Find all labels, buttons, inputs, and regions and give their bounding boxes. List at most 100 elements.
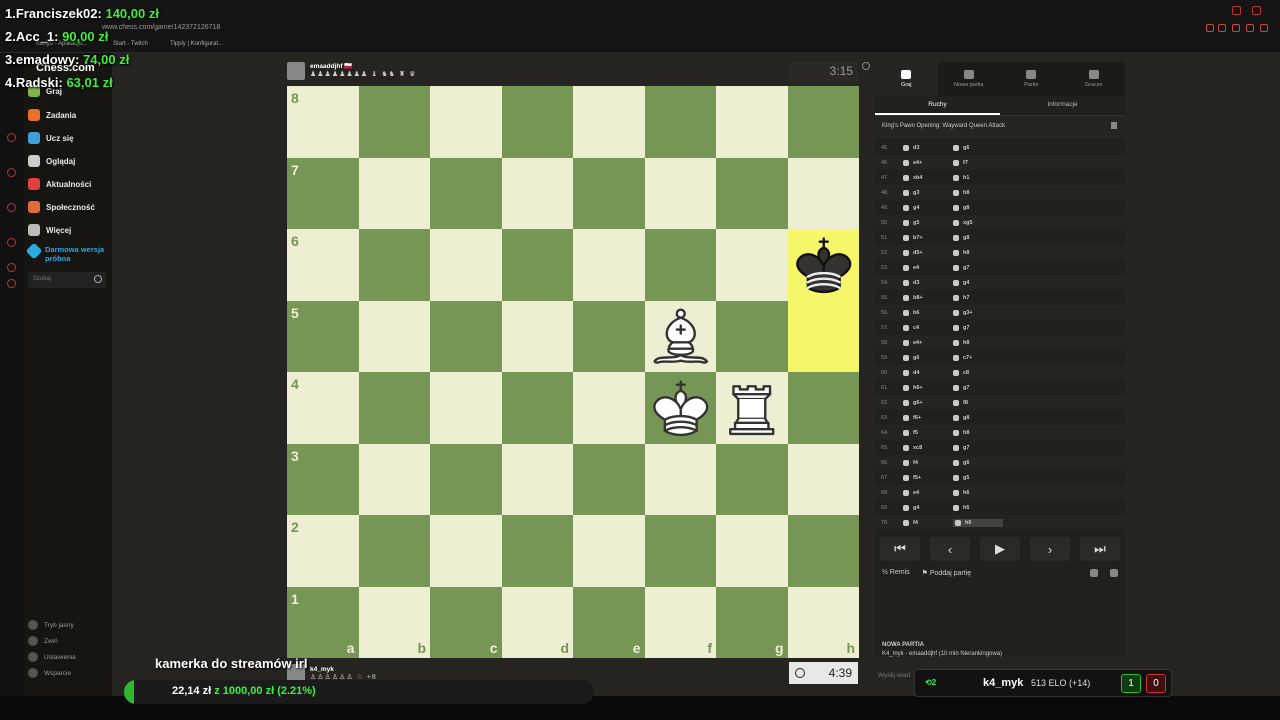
square-h5[interactable] xyxy=(787,300,859,372)
black-move[interactable]: c8 xyxy=(953,369,1003,376)
black-move[interactable]: h8 xyxy=(953,249,1003,256)
board-settings-icon[interactable] xyxy=(862,62,870,70)
square-f1[interactable]: f xyxy=(644,586,716,658)
white-move[interactable]: d3 xyxy=(903,144,953,151)
history-icon[interactable] xyxy=(7,133,16,142)
square-c6[interactable] xyxy=(430,229,502,301)
black-move[interactable]: h5 xyxy=(953,504,1003,511)
subtab-info[interactable]: Informacje xyxy=(1000,96,1125,115)
white-move[interactable]: c4 xyxy=(903,324,953,331)
previous-move-button[interactable]: ‹ xyxy=(930,537,970,561)
square-f2[interactable] xyxy=(644,515,716,587)
flip-board-icon[interactable] xyxy=(1110,569,1118,577)
white-move[interactable]: f6+ xyxy=(903,414,953,421)
square-b1[interactable]: b xyxy=(358,586,430,658)
white-move[interactable]: f4 xyxy=(903,459,953,466)
square-g4[interactable] xyxy=(716,372,788,444)
square-e3[interactable] xyxy=(573,443,645,515)
player-name[interactable]: k4_myk xyxy=(310,666,377,673)
sidebar-item-more[interactable]: Więcej xyxy=(28,221,71,239)
black-move[interactable]: xg5 xyxy=(953,219,1003,226)
square-h3[interactable] xyxy=(787,443,859,515)
black-king-icon[interactable] xyxy=(788,229,860,301)
black-move[interactable]: g3+ xyxy=(953,309,1003,316)
black-move[interactable]: g5 xyxy=(953,474,1003,481)
support-link[interactable]: Wsparcie xyxy=(28,668,71,678)
first-move-button[interactable]: ⏮ xyxy=(880,537,920,561)
white-move[interactable]: b8+ xyxy=(903,294,953,301)
white-move[interactable]: h6+ xyxy=(903,384,953,391)
white-move[interactable]: g4 xyxy=(903,504,953,511)
clock-icon[interactable] xyxy=(7,203,16,212)
square-e6[interactable] xyxy=(573,229,645,301)
square-b5[interactable] xyxy=(358,300,430,372)
square-c7[interactable] xyxy=(430,157,502,229)
bookmark-tipply[interactable]: Tipply | Konfigurat... xyxy=(170,41,223,47)
sidebar-item-puzzles[interactable]: Zadania xyxy=(28,106,76,124)
square-h7[interactable] xyxy=(787,157,859,229)
avatar[interactable] xyxy=(287,62,305,80)
square-c3[interactable] xyxy=(430,443,502,515)
square-h4[interactable] xyxy=(787,372,859,444)
black-move[interactable]: g7 xyxy=(953,444,1003,451)
sidebar-item-news[interactable]: Aktualności xyxy=(28,175,91,193)
square-a7[interactable]: 7 xyxy=(287,157,359,229)
black-move[interactable]: g7 xyxy=(953,264,1003,271)
square-b8[interactable] xyxy=(358,86,430,158)
white-move[interactable]: g3 xyxy=(903,189,953,196)
white-move[interactable]: e4 xyxy=(903,264,953,271)
black-move[interactable]: h1 xyxy=(953,174,1003,181)
next-move-button[interactable]: › xyxy=(1030,537,1070,561)
black-move[interactable]: h8 xyxy=(953,339,1003,346)
black-move[interactable]: g6 xyxy=(953,459,1003,466)
twitch-icon[interactable] xyxy=(7,168,16,177)
square-d1[interactable]: d xyxy=(501,586,573,658)
white-move[interactable]: xc8 xyxy=(903,444,953,451)
black-move[interactable]: h7 xyxy=(953,294,1003,301)
square-d5[interactable] xyxy=(501,300,573,372)
square-d8[interactable] xyxy=(501,86,573,158)
square-g1[interactable]: g xyxy=(716,586,788,658)
square-f5[interactable] xyxy=(644,300,716,372)
square-c4[interactable] xyxy=(430,372,502,444)
book-icon[interactable] xyxy=(1111,122,1117,129)
black-move[interactable]: g6 xyxy=(953,144,1003,151)
white-move[interactable]: g6 xyxy=(903,354,953,361)
square-d6[interactable] xyxy=(501,229,573,301)
square-b2[interactable] xyxy=(358,515,430,587)
extension-icon[interactable] xyxy=(1232,24,1240,32)
tab-play[interactable]: Graj xyxy=(875,62,938,96)
square-f4[interactable] xyxy=(644,372,717,444)
square-h1[interactable]: h xyxy=(787,586,859,658)
white-move[interactable]: g5 xyxy=(903,219,953,226)
refresh-icon[interactable] xyxy=(7,238,16,247)
white-king-icon[interactable] xyxy=(645,372,717,444)
square-b3[interactable] xyxy=(358,443,430,515)
black-move[interactable]: f7 xyxy=(953,159,1003,166)
resign-button[interactable]: ⚑ Poddaj partię xyxy=(922,569,972,577)
white-move[interactable]: d5+ xyxy=(903,249,953,256)
square-f3[interactable] xyxy=(644,443,716,515)
black-move[interactable]: g4 xyxy=(953,279,1003,286)
minimize-icon[interactable] xyxy=(1232,6,1241,15)
white-move[interactable]: d3 xyxy=(903,279,953,286)
square-h6[interactable] xyxy=(787,229,860,301)
square-d3[interactable] xyxy=(501,443,573,515)
square-h2[interactable] xyxy=(787,515,859,587)
menu-icon[interactable] xyxy=(1260,24,1268,32)
white-move[interactable]: e4 xyxy=(903,489,953,496)
square-e8[interactable] xyxy=(573,86,645,158)
square-a2[interactable]: 2 xyxy=(287,515,359,587)
free-trial-link[interactable]: Darmowa wersja próbna xyxy=(25,242,105,263)
square-a3[interactable]: 3 xyxy=(287,443,359,515)
last-move-button[interactable]: ⏭ xyxy=(1080,537,1120,561)
settings-icon[interactable] xyxy=(7,279,16,288)
black-move[interactable]: g7 xyxy=(953,384,1003,391)
square-a1[interactable]: 1a xyxy=(287,586,359,658)
square-f8[interactable] xyxy=(644,86,716,158)
square-e4[interactable] xyxy=(573,372,645,444)
black-move[interactable]: c7+ xyxy=(953,354,1003,361)
chat-input[interactable]: Wyślij wiad xyxy=(878,672,910,679)
square-d2[interactable] xyxy=(501,515,573,587)
white-move[interactable]: e4+ xyxy=(903,339,953,346)
